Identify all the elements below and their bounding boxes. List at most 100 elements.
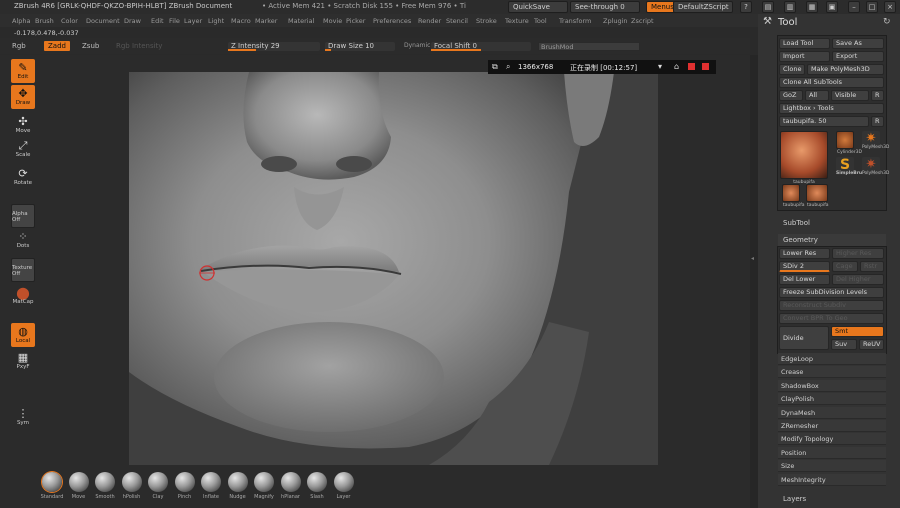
brush-search-input[interactable]: BrushMod bbox=[538, 42, 640, 51]
goz-button[interactable]: GoZ bbox=[779, 90, 803, 101]
goz-all-button[interactable]: All bbox=[805, 90, 829, 101]
brush-smooth[interactable]: Smooth bbox=[93, 472, 117, 500]
del-higher-button[interactable]: Del Higher bbox=[832, 274, 884, 285]
brush-layer[interactable]: Layer bbox=[332, 472, 356, 500]
shelf-draw-button[interactable]: ✥ Draw bbox=[11, 85, 35, 109]
menu-item-document[interactable]: Document bbox=[86, 17, 120, 25]
stop-icon[interactable] bbox=[702, 63, 709, 70]
menu-item-stencil[interactable]: Stencil bbox=[446, 17, 468, 25]
menu-item-layer[interactable]: Layer bbox=[184, 17, 202, 25]
rgb-toggle[interactable]: Rgb bbox=[12, 42, 26, 50]
rstr-button[interactable]: Rstr bbox=[860, 261, 884, 272]
brush-nudge[interactable]: Nudge bbox=[226, 472, 250, 500]
menu-item-movie[interactable]: Movie bbox=[323, 17, 342, 25]
geometry-header[interactable]: Geometry bbox=[778, 234, 886, 246]
subtool-header[interactable]: SubTool bbox=[778, 217, 886, 229]
reuv-button[interactable]: ReUV bbox=[859, 339, 884, 350]
geometry-modify-topology-section[interactable]: Modify Topology bbox=[778, 433, 886, 446]
brush-inflate[interactable]: Inflate bbox=[199, 472, 223, 500]
tool-thumb-head-small1[interactable]: taubupifa bbox=[782, 184, 805, 208]
screenshot-icon[interactable]: ⧉ bbox=[492, 62, 498, 72]
panel-split-handle[interactable]: ◂ bbox=[750, 55, 758, 508]
cage-button[interactable]: Cage bbox=[832, 261, 858, 272]
geometry-zremesher-section[interactable]: ZRemesher bbox=[778, 420, 886, 432]
reconstruct-subdiv-button[interactable]: Reconstruct Subdiv bbox=[779, 300, 884, 311]
geometry-claypolish-section[interactable]: ClayPolish bbox=[778, 393, 886, 406]
goz-visible-button[interactable]: Visible bbox=[831, 90, 869, 101]
shelf-local-button[interactable]: ◍ Local bbox=[11, 323, 35, 347]
menu-item-preferences[interactable]: Preferences bbox=[373, 17, 411, 25]
geometry-crease-section[interactable]: Crease bbox=[778, 366, 886, 379]
menu-item-stroke[interactable]: Stroke bbox=[476, 17, 497, 25]
menu-item-alpha[interactable]: Alpha bbox=[12, 17, 30, 25]
dropdown-icon[interactable]: ▾ bbox=[658, 62, 662, 72]
zadd-toggle[interactable]: Zadd bbox=[44, 41, 70, 51]
layers-header[interactable]: Layers bbox=[778, 493, 886, 505]
save-as-button[interactable]: Save As bbox=[832, 38, 884, 49]
maximize-icon[interactable]: □ bbox=[866, 1, 878, 13]
brush-magnify[interactable]: Magnify bbox=[252, 472, 276, 500]
lower-res-button[interactable]: Lower Res bbox=[779, 248, 830, 259]
tool-thumb-polymesh-star[interactable]: ✷ PolyMesh3D bbox=[862, 131, 889, 150]
goz-r-button[interactable]: R bbox=[871, 90, 884, 101]
camera-icon[interactable]: ⌂ bbox=[674, 62, 679, 72]
quicksave-button[interactable]: QuickSave bbox=[508, 1, 568, 13]
shelf-matcap-button[interactable]: ● MatCap bbox=[11, 284, 35, 308]
del-lower-button[interactable]: Del Lower bbox=[779, 274, 830, 285]
shelf-move-button[interactable]: ✣ Move bbox=[11, 113, 35, 137]
shelf-edit-button[interactable]: ✎ Edit bbox=[11, 59, 35, 83]
load-tool-button[interactable]: Load Tool bbox=[779, 38, 830, 49]
brush-hpolish[interactable]: hPolish bbox=[120, 472, 144, 500]
screen-recorder-bar[interactable]: ⧉ ⌕ 1366x768 正在录制 [00:12:57] ▾ ⌂ bbox=[488, 60, 716, 74]
divide-button[interactable]: Divide bbox=[779, 326, 829, 350]
menu-item-color[interactable]: Color bbox=[61, 17, 78, 25]
brush-slash[interactable]: Slash bbox=[305, 472, 329, 500]
sculpt-canvas[interactable] bbox=[129, 72, 658, 465]
brush-move[interactable]: Move bbox=[67, 472, 91, 500]
menu-item-texture[interactable]: Texture bbox=[505, 17, 529, 25]
sdiv-slider[interactable]: SDiv 2 bbox=[779, 261, 830, 272]
menu-item-file[interactable]: File bbox=[169, 17, 180, 25]
make-polymesh-button[interactable]: Make PolyMesh3D bbox=[807, 64, 884, 75]
clone-button[interactable]: Clone bbox=[779, 64, 805, 75]
default-zscript-button[interactable]: DefaultZScript bbox=[673, 1, 733, 13]
rgb-intensity-slider[interactable]: Rgb Intensity bbox=[116, 42, 162, 50]
import-button[interactable]: Import bbox=[779, 51, 830, 62]
shelf-rotate-button[interactable]: ⟳ Rotate bbox=[11, 165, 35, 189]
geometry-dynamesh-section[interactable]: DynaMesh bbox=[778, 406, 886, 419]
menu-item-zscript[interactable]: Zscript bbox=[631, 17, 654, 25]
geometry-size-section[interactable]: Size bbox=[778, 460, 886, 473]
layout2-icon[interactable]: ▥ bbox=[784, 1, 796, 13]
geometry-shadowbox-section[interactable]: ShadowBox bbox=[778, 379, 886, 392]
geometry-position-section[interactable]: Position bbox=[778, 446, 886, 459]
freeze-subdivision-button[interactable]: Freeze SubDivision Levels bbox=[779, 287, 884, 298]
menu-item-render[interactable]: Render bbox=[418, 17, 441, 25]
shelf-pxyf-button[interactable]: ▦ PxyF bbox=[11, 349, 35, 373]
draw-size-slider[interactable]: Draw Size 10 bbox=[325, 42, 395, 51]
current-tool-slider[interactable]: taubupifa. 50 bbox=[779, 116, 869, 127]
layout3-icon[interactable]: ▦ bbox=[806, 1, 818, 13]
menu-item-material[interactable]: Material bbox=[288, 17, 314, 25]
minimize-icon[interactable]: – bbox=[848, 1, 860, 13]
higher-res-button[interactable]: Higher Res bbox=[832, 248, 884, 259]
dynamic-toggle[interactable]: Dynamic bbox=[404, 42, 430, 49]
zsub-toggle[interactable]: Zsub bbox=[82, 42, 99, 50]
menu-item-picker[interactable]: Picker bbox=[346, 17, 365, 25]
menu-item-draw[interactable]: Draw bbox=[124, 17, 141, 25]
suv-toggle[interactable]: Suv bbox=[831, 339, 857, 350]
current-tool-r-button[interactable]: R bbox=[871, 116, 884, 127]
shelf-alpha-off-button[interactable]: Alpha Off bbox=[11, 204, 35, 228]
menu-item-macro[interactable]: Macro bbox=[231, 17, 251, 25]
tool-thumb-simplebrush[interactable]: S SimpleBrush bbox=[836, 157, 868, 176]
pause-icon[interactable] bbox=[688, 63, 695, 70]
refresh-icon[interactable]: ↻ bbox=[883, 17, 891, 27]
menu-item-light[interactable]: Light bbox=[208, 17, 224, 25]
tool-palette-title[interactable]: Tool bbox=[778, 17, 797, 28]
magnify-icon[interactable]: ⌕ bbox=[506, 62, 510, 72]
menu-item-edit[interactable]: Edit bbox=[151, 17, 164, 25]
shelf-dots-button[interactable]: ⁘ Dots bbox=[11, 228, 35, 252]
collapse-arrow-icon[interactable]: ◂ bbox=[751, 255, 754, 262]
menu-item-tool[interactable]: Tool bbox=[534, 17, 547, 25]
clone-all-subtools-button[interactable]: Clone All SubTools bbox=[779, 77, 884, 88]
help-icon[interactable]: ? bbox=[740, 1, 752, 13]
